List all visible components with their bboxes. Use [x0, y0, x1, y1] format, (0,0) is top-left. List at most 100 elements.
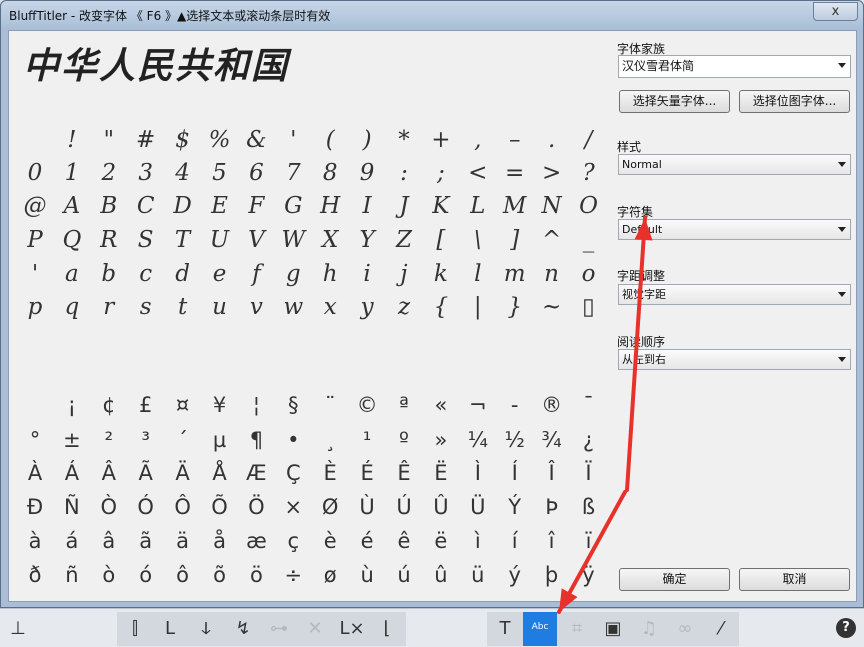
glyph-cell: ï [585, 529, 592, 553]
spacing-label: 字距调整 [617, 269, 666, 283]
glyph-cell: ^ [541, 227, 562, 253]
glyph-cell: @ [23, 193, 47, 219]
link-icon[interactable]: ∞ [668, 612, 702, 646]
glyph-cell: Ò [100, 495, 118, 519]
glyph-cell: ´ [177, 428, 188, 452]
glyph-cell: ò [102, 563, 116, 587]
ok-button[interactable]: 确定 [619, 568, 730, 591]
glyph-cell: Đ [26, 495, 44, 519]
glyph-cell: N [541, 193, 562, 219]
glyph-cell: 8 [322, 160, 338, 186]
charset-dropdown[interactable]: Default [618, 219, 851, 240]
glyph-cell: A [63, 193, 81, 219]
glyph-cell: Y [359, 227, 375, 253]
help-button[interactable]: ? [836, 618, 856, 638]
glyph-cell: ! [67, 127, 77, 153]
glyph-cell: z [397, 294, 411, 320]
chevron-down-icon [838, 162, 846, 167]
glyph-cell: Z [396, 227, 412, 253]
glyph-cell: à [28, 529, 42, 553]
select-vector-font-button[interactable]: 选择矢量字体... [619, 90, 730, 113]
glyph-cell: k [433, 261, 448, 287]
image-icon[interactable]: ▣ [596, 612, 630, 646]
layer-chain-icon[interactable]: ⊶ [262, 612, 296, 646]
glyph-cell: [ [436, 227, 446, 253]
layer-merge-icon[interactable]: ⌊ [370, 612, 404, 646]
vertex-icon[interactable]: ⌗ [560, 612, 594, 646]
close-button[interactable]: x [813, 2, 858, 21]
glyph-cell: ¬ [468, 393, 487, 417]
glyph-cell: % [208, 127, 231, 153]
glyph-cell: 3 [138, 160, 153, 186]
glyph-cell: H [320, 193, 341, 219]
cancel-button[interactable]: 取消 [739, 568, 850, 591]
glyph-cell: ± [63, 428, 81, 452]
glyph-cell: r [103, 294, 115, 320]
title-bar[interactable]: BluffTitler - 改变字体 《 F6 》▲选择文本或滚动条层时有效 x [1, 1, 863, 29]
text-resize-icon[interactable]: T [488, 612, 522, 646]
glyph-cell: Ì [474, 461, 481, 485]
glyph-cell: £ [139, 393, 153, 417]
glyph-cell: K [432, 193, 450, 219]
layer-stack-icon[interactable]: ⫿ [118, 612, 152, 646]
glyph-cell: 7 [285, 160, 301, 186]
glyph-cell: } [507, 294, 522, 320]
glyph-cell: O [579, 193, 598, 219]
glyph-cell: • [287, 428, 300, 452]
font-family-value: 汉仪雪君体简 [622, 59, 695, 73]
glyph-cell: a [65, 261, 79, 287]
glyph-cell: ¦ [252, 393, 260, 417]
glyph-cell: ß [581, 495, 596, 519]
glyph-cell: Á [64, 461, 80, 485]
font-options-panel: 字体家族 汉仪雪君体简 选择矢量字体... 选择位图字体... 样式 Norma… [617, 31, 857, 601]
glyph-cell: ¾ [541, 428, 562, 452]
reading-order-dropdown[interactable]: 从左到右 [618, 349, 851, 370]
charset-label: 字符集 [617, 205, 654, 219]
glyph-cell: x [323, 294, 337, 320]
layer-lightning-icon[interactable]: ↯ [226, 612, 260, 646]
glyph-cell: Ü [470, 495, 486, 519]
glyph-cell: ) [362, 127, 372, 153]
glyph-row: àáâãäåæçèéêë ì í î ï [17, 524, 607, 558]
layer-link-icon[interactable]: ↆ [189, 612, 223, 646]
glyph-cell: í [511, 529, 518, 553]
glyph-cell: Í [511, 461, 518, 485]
glyph-cell: þ [544, 563, 559, 587]
glyph-cell: ô [176, 563, 190, 587]
select-bitmap-font-button[interactable]: 选择位图字体... [739, 90, 850, 113]
glyph-cell: ¨ [324, 393, 336, 417]
glyph-row: ÀÁÂÃÄÅÆÇÈÉÊË Ì Í Î Ï [17, 456, 607, 490]
layer-delete-icon[interactable]: L× [335, 612, 369, 646]
glyph-cell: o [581, 261, 596, 287]
glyph-cell: Ö [248, 495, 265, 519]
magic-wand-icon[interactable]: ⁄ [704, 612, 738, 646]
glyph-cell: { [433, 294, 449, 320]
glyph-cell: á [65, 529, 79, 553]
glyph-cell: Ú [396, 495, 412, 519]
glyph-row: ' a b c d e f g h i j k l m n o [17, 257, 607, 291]
glyph-cell: j [400, 261, 408, 287]
layer-scissor-icon[interactable]: ✕ [298, 612, 332, 646]
abc-font-button[interactable]: Abc [523, 612, 557, 646]
glyph-cell: Û [433, 495, 449, 519]
glyph-cell: ? [582, 160, 595, 186]
glyph-cell: X [322, 227, 339, 253]
glyph-cell: Ê [397, 461, 411, 485]
glyph-cell: 2 [101, 160, 117, 186]
style-dropdown[interactable]: Normal [618, 154, 851, 175]
glyph-cell: Ñ [64, 495, 80, 519]
layer-child-icon[interactable]: L [153, 612, 187, 646]
glyph-cell: ö [249, 563, 263, 587]
chevron-down-icon [838, 357, 846, 362]
glyph-cell: Ô [174, 495, 191, 519]
glyph-cell: î [548, 529, 555, 553]
font-family-dropdown[interactable]: 汉仪雪君体简 [618, 55, 851, 78]
spacing-dropdown[interactable]: 视觉字距 [618, 284, 851, 305]
glyph-cell: - [510, 393, 519, 417]
glyph-cell: ü [471, 563, 485, 587]
glyph-cell: Ã [138, 461, 153, 485]
glyph-cell: T [174, 227, 191, 253]
layer-base-icon[interactable]: ⊥ [1, 612, 35, 646]
music-icon[interactable]: ♫ [632, 612, 666, 646]
glyph-cell: \ [473, 227, 482, 253]
